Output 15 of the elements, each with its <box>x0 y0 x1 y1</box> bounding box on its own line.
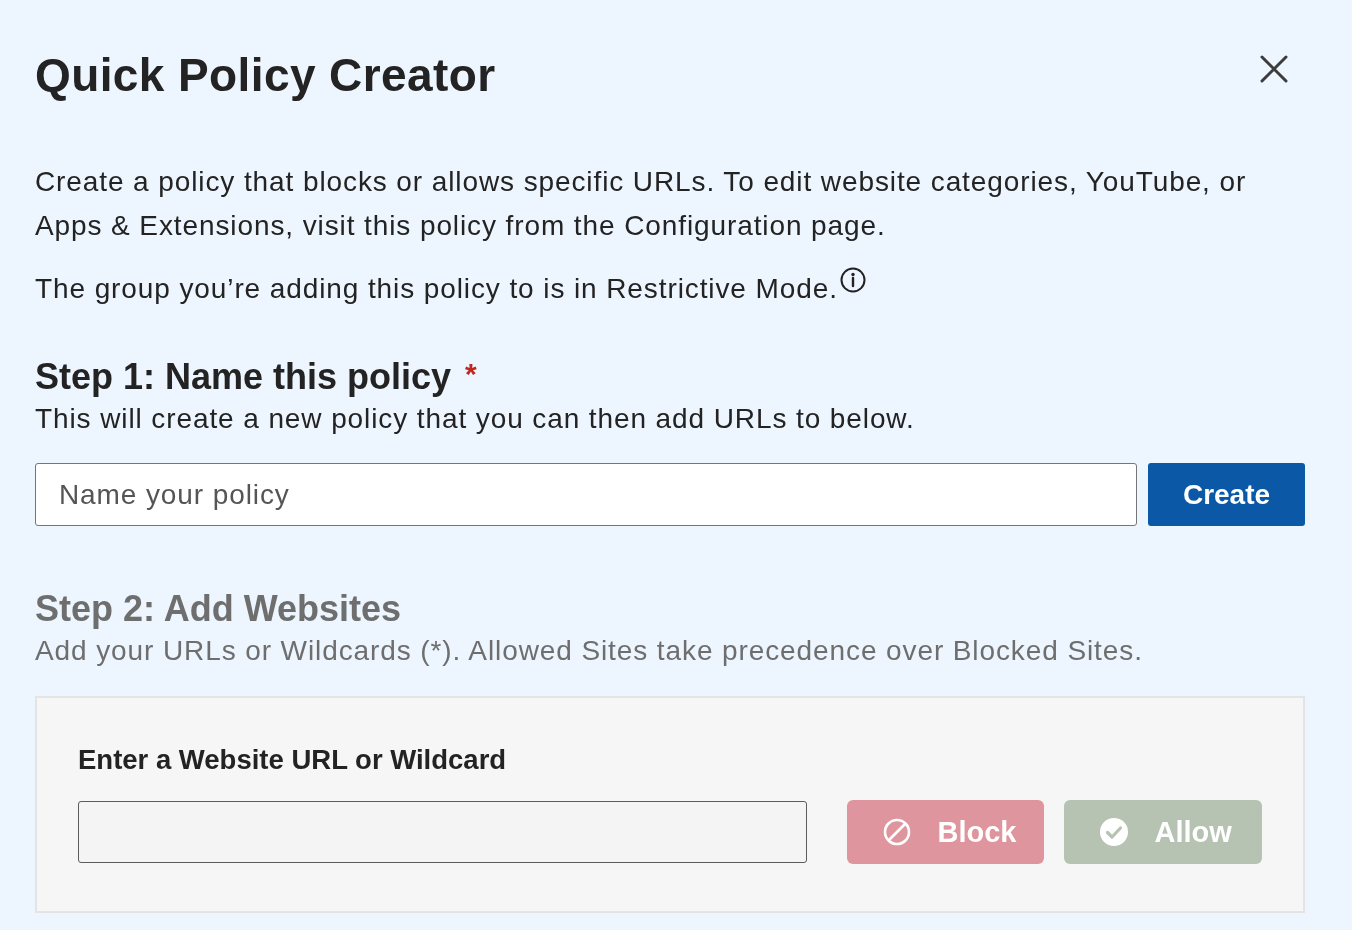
step-heading: Step 1: Name this policy <box>35 356 452 398</box>
check-circle-icon <box>1100 818 1129 846</box>
policy-name-field[interactable]: Name your policy <box>35 463 1137 526</box>
required-asterisk: * <box>465 356 477 392</box>
step-heading: Step 2: Add Websites <box>35 588 403 630</box>
prohibited-icon <box>883 818 912 846</box>
url-field-label: Enter a Website URL or Wildcard <box>78 743 508 777</box>
step-hint-text: Add your URLs or Wildcards (*). Allowed Sites take precedence over Blocked Sites. <box>35 634 1144 668</box>
create-button[interactable]: Create <box>1148 463 1305 526</box>
step-hint-text: This will create a new policy that you can then add URLs to below. <box>35 402 916 436</box>
dialog-title: Quick Policy Creator <box>35 48 496 103</box>
close-icon[interactable] <box>1260 55 1288 83</box>
description-text: Create a policy that blocks or allows specific URLs. To edit website categories, YouTube, or Apps & Extensions, visit this policy from the Configuration page. <box>35 165 1247 243</box>
info-icon[interactable] <box>839 267 866 293</box>
mode-note-text: The group you’re adding this policy to is in Restrictive Mode. <box>35 272 838 306</box>
